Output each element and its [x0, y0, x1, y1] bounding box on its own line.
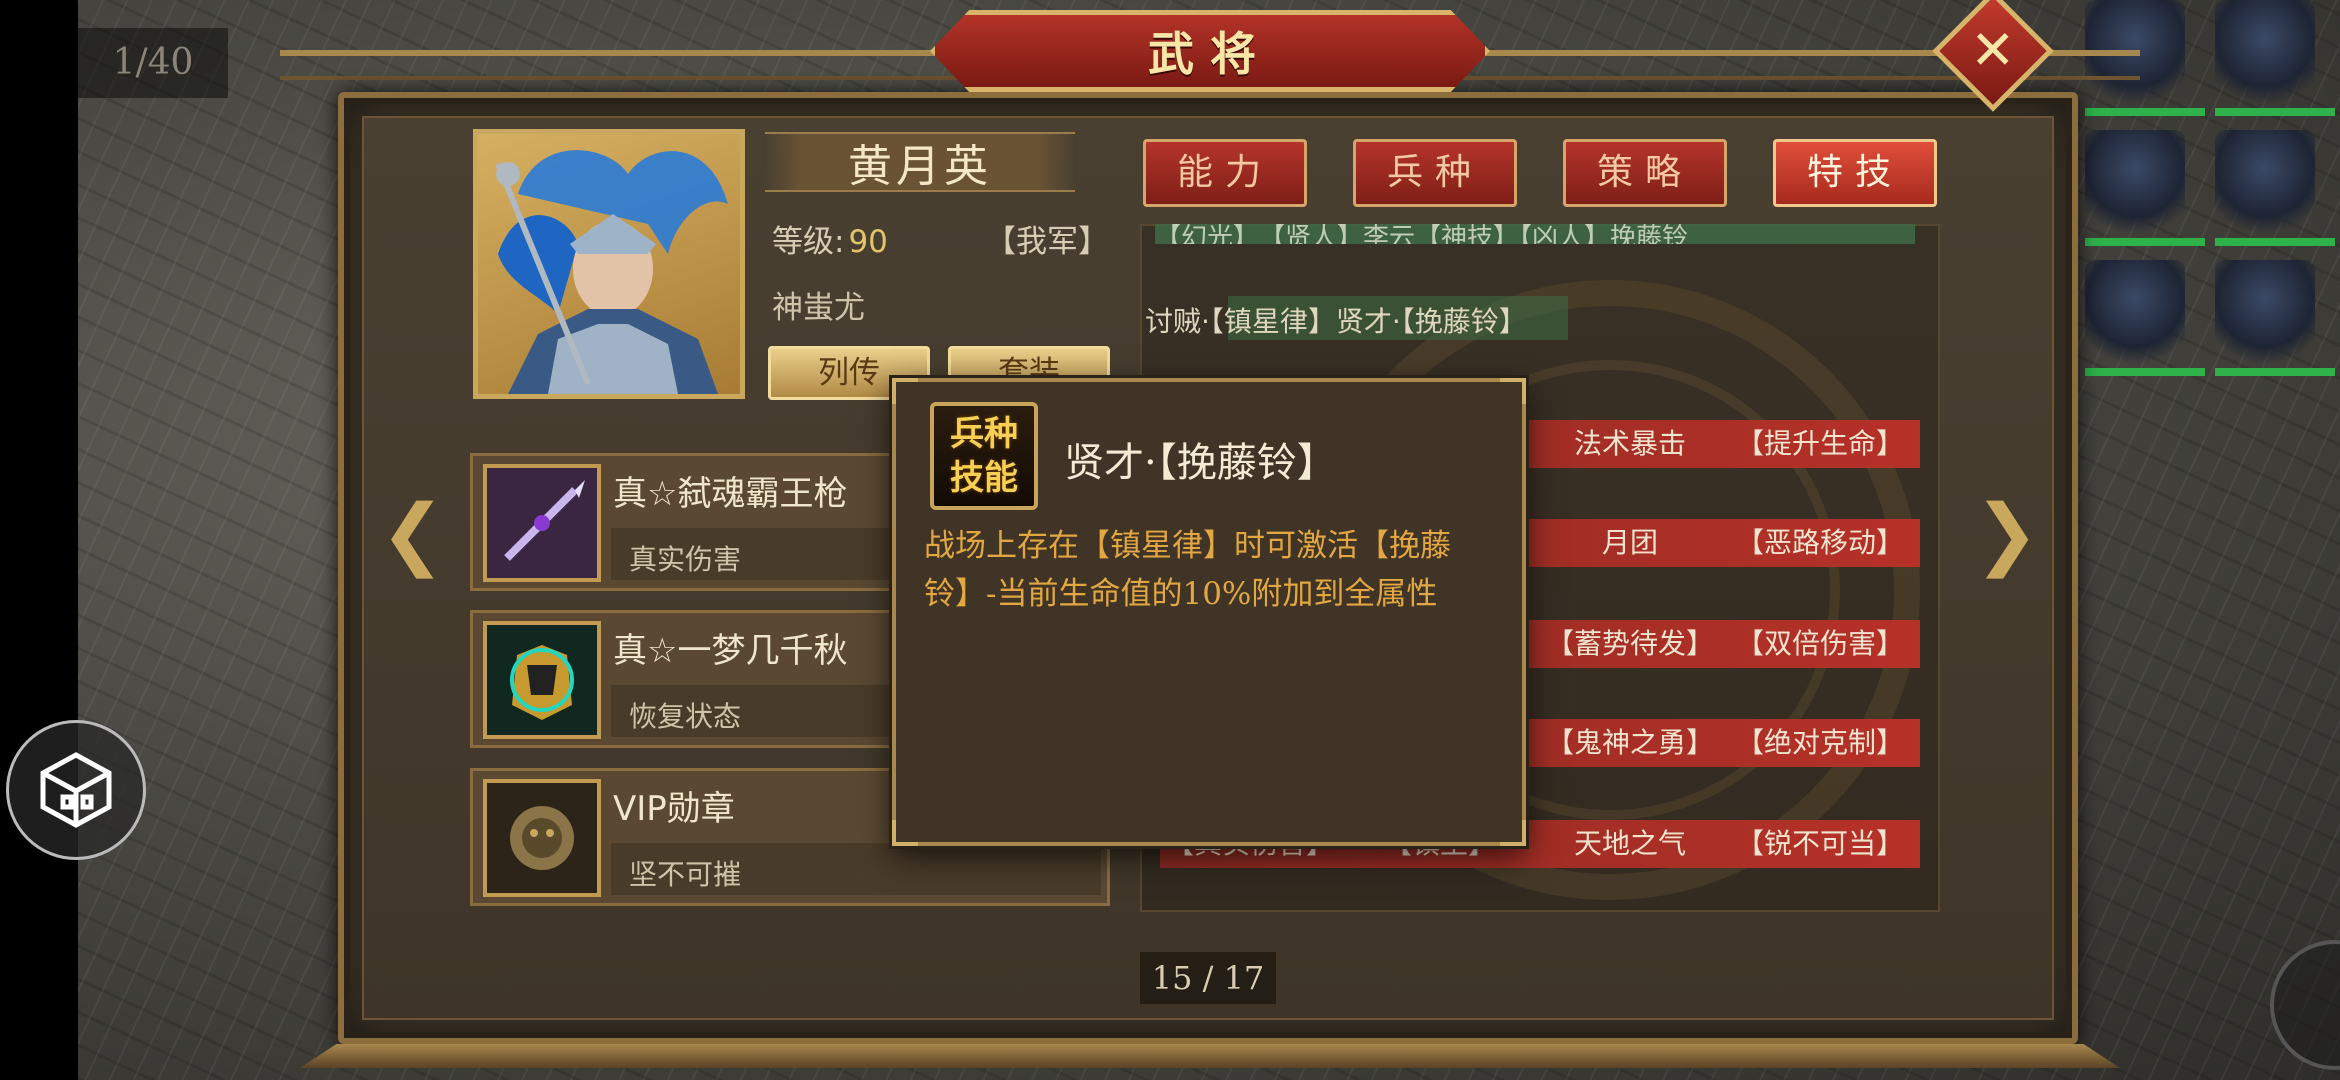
close-icon: ✕ [1970, 18, 2016, 82]
skill-detail-popup: 兵种 技能 贤才·【挽藤铃】 战场上存在【镇星律】时可激活【挽藤铃】-当前生命值… [892, 378, 1526, 846]
skill-row-partial: 【幻光】 【贤人】李云【神技】【凶人】挽藤铃 [1155, 224, 1915, 244]
window-title-plate: 武将 [930, 10, 1490, 92]
unit-sprite [2215, 130, 2335, 246]
skill-name: 【绝对克制】 [1735, 726, 1904, 759]
equipment-name: 真☆弑魂霸王枪 [613, 474, 848, 514]
unit-sprite [2085, 130, 2205, 246]
unit-sprite [2215, 0, 2335, 116]
hero-portrait-art [495, 150, 728, 394]
skill-name: 【蓄势待发】 [1545, 627, 1714, 660]
tab-strategy[interactable]: 策略 [1563, 139, 1727, 207]
hero-portrait[interactable] [473, 129, 745, 399]
hero-title: 神蚩尤 [772, 290, 865, 326]
prev-hero-arrow[interactable]: ❮ [380, 494, 445, 574]
equipment-name: 真☆一梦几千秋 [613, 631, 848, 671]
equipment-effect: 坚不可摧 [629, 858, 742, 891]
medal-icon [483, 779, 601, 897]
skill-name: 【锐不可当】 [1735, 827, 1904, 860]
unit-sprite [2085, 260, 2205, 376]
left-black-bar [0, 0, 78, 1080]
tab-troop-type[interactable]: 兵种 [1353, 139, 1517, 207]
hero-name: 黄月英 [848, 141, 992, 192]
skill-name: 月团 [1601, 526, 1658, 559]
unit-sprite [2215, 260, 2335, 376]
hero-faction: 【我军】 [985, 224, 1109, 260]
page-counter: 1/40 [78, 28, 228, 98]
popup-description: 战场上存在【镇星律】时可激活【挽藤铃】-当前生命值的10%附加到全属性 [924, 528, 1451, 612]
spear-icon [483, 464, 601, 582]
skill-name: 【鬼神之勇】 [1545, 726, 1714, 759]
equipment-effect: 真实伤害 [629, 543, 742, 576]
skill-name: 天地之气 [1573, 827, 1686, 860]
troop-skill-badge-icon: 兵种 技能 [930, 402, 1038, 510]
tab-special-skill[interactable]: 特技 [1773, 139, 1937, 207]
skill-combo-line: 讨贼·【镇星律】贤才·【挽藤铃】 [1145, 305, 1527, 338]
badge-line-1: 兵种 [950, 414, 1018, 454]
level-value: 90 [848, 224, 888, 260]
panel-bottom-frame [300, 1044, 2120, 1068]
cube-icon [40, 752, 112, 828]
hero-name-plate: 黄月英 [765, 132, 1075, 192]
equipment-name: VIP勋章 [613, 789, 735, 829]
vr-cube-button[interactable] [6, 720, 146, 860]
skill-name: 【双倍伤害】 [1735, 627, 1904, 660]
next-hero-arrow[interactable]: ❯ [1974, 494, 2039, 574]
window-title: 武将 [1148, 27, 1272, 81]
armor-icon [483, 621, 601, 739]
popup-title: 贤才·【挽藤铃】 [1064, 440, 1337, 486]
skill-page-indicator: 15 / 17 [1140, 952, 1276, 1004]
level-label: 等级: [772, 224, 845, 260]
skill-name: 【恶路移动】 [1735, 526, 1904, 559]
skill-name: 法术暴击 [1573, 427, 1686, 460]
hero-level: 等级: 90 [772, 216, 888, 261]
skill-row-partial-text: 【幻光】 【贤人】李云【神技】【凶人】挽藤铃 [1155, 224, 1689, 244]
badge-line-2: 技能 [950, 458, 1018, 498]
tab-ability[interactable]: 能力 [1143, 139, 1307, 207]
skill-name: 【提升生命】 [1735, 427, 1904, 460]
equipment-effect: 恢复状态 [629, 700, 742, 733]
